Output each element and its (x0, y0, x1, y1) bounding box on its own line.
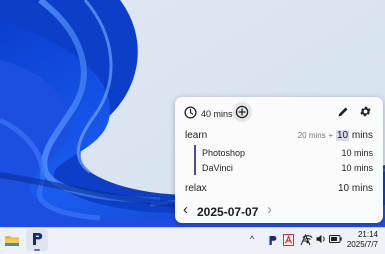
edit-pencil-icon[interactable] (337, 106, 349, 118)
current-date: 2025-07-07 (197, 205, 259, 219)
pdf-reader-tray-icon[interactable] (283, 234, 294, 246)
timetracker-tray-icon[interactable] (268, 235, 277, 246)
group-name-learn[interactable]: learn (185, 130, 207, 141)
subitem-davinci[interactable]: DaVinci (202, 163, 233, 173)
timer-duration: 40 mins (201, 109, 233, 119)
group-tree-line (194, 145, 196, 175)
extra-duration-input[interactable]: 10 (335, 130, 350, 141)
taskbar: ^ 21:14 2025/7/7 (0, 227, 385, 254)
timetracker-app-icon (33, 233, 43, 245)
group-name-relax[interactable]: relax (185, 183, 207, 194)
add-circle-icon (235, 105, 249, 119)
add-time-button[interactable] (232, 102, 252, 122)
plus-sign: + (328, 131, 334, 140)
prev-day-button[interactable]: ‹ (183, 201, 188, 218)
volume-icon[interactable] (316, 234, 327, 244)
battery-icon[interactable] (329, 235, 342, 243)
group-duration-learn[interactable]: 20 mins + 10 mins (298, 130, 373, 141)
subitem-davinci-duration: 10 mins (341, 163, 373, 173)
clock-time: 21:14 (357, 230, 378, 239)
active-indicator (34, 249, 40, 251)
time-tracker-panel: 40 mins learn 20 mins + 10 mins Photosho… (175, 97, 383, 223)
planned-duration: 20 mins (297, 131, 326, 140)
group-duration-relax: 10 mins (337, 183, 373, 194)
subitem-photoshop[interactable]: Photoshop (202, 148, 245, 158)
file-explorer-icon[interactable] (5, 234, 19, 246)
subitem-photoshop-duration: 10 mins (341, 148, 373, 158)
clock-date: 2025/7/7 (346, 240, 378, 249)
wifi-icon[interactable] (302, 234, 313, 244)
show-hidden-icons-chevron[interactable]: ^ (250, 234, 254, 244)
timetracker-taskbar-button[interactable] (26, 229, 48, 251)
system-clock[interactable]: 21:14 2025/7/7 (347, 230, 378, 250)
next-day-button[interactable]: › (267, 201, 272, 218)
clock-icon (184, 106, 197, 119)
settings-gear-icon[interactable] (359, 105, 372, 118)
extra-duration-unit: mins (349, 130, 373, 141)
